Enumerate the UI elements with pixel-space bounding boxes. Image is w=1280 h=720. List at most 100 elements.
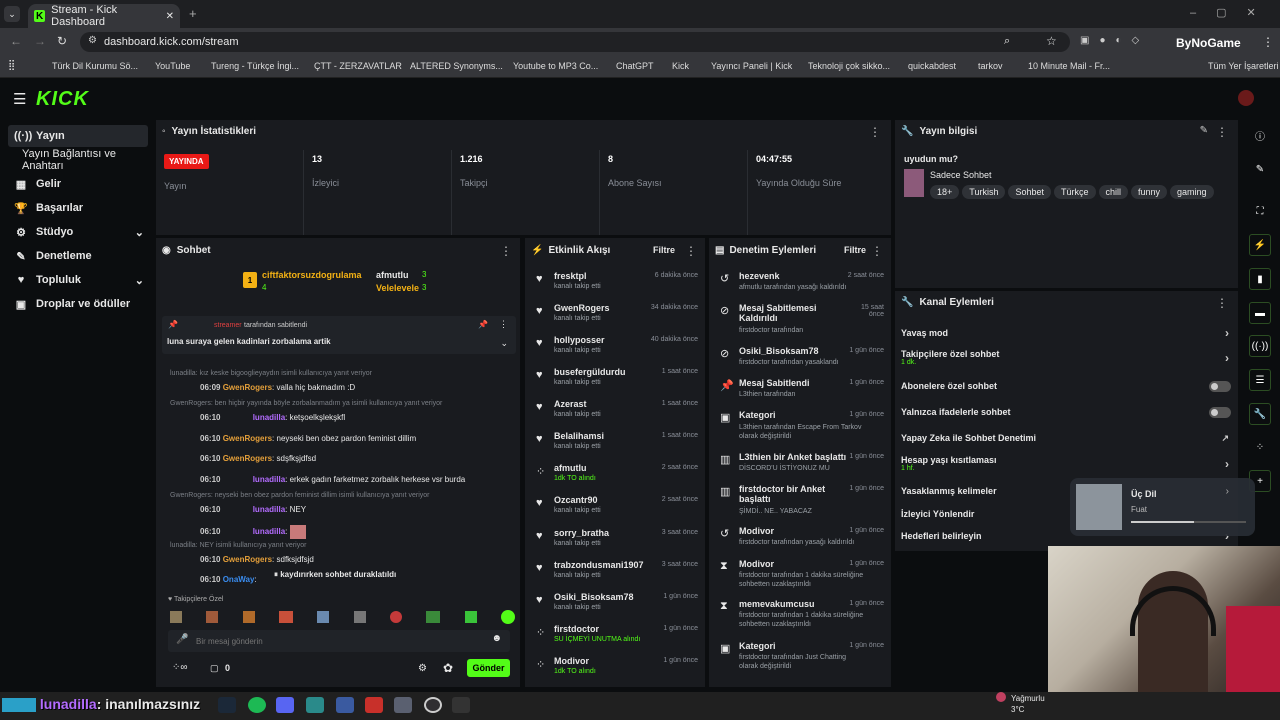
username[interactable]: lunadilla: [253, 475, 285, 484]
tag[interactable]: Turkish: [962, 185, 1006, 199]
username[interactable]: lunadilla: [253, 413, 285, 422]
tag[interactable]: Sohbet: [1008, 185, 1051, 199]
username[interactable]: GwenRogers: [223, 555, 272, 564]
hamburger-menu-icon[interactable]: ☰: [13, 90, 26, 108]
filter-button[interactable]: Filtre: [653, 245, 675, 255]
emote-only-toggle[interactable]: [1209, 407, 1231, 418]
bookmark-item[interactable]: ChatGPT: [616, 61, 654, 71]
chat-tools-icon[interactable]: ⁘∞: [172, 662, 188, 673]
username[interactable]: GwenRogers: [223, 383, 272, 392]
sidebar-item-yayin[interactable]: ((·)) Yayın: [8, 125, 148, 147]
bookmark-item[interactable]: quickabdest: [908, 61, 956, 71]
username[interactable]: GwenRogers: [223, 434, 272, 443]
emoji-icon[interactable]: ☻: [491, 633, 502, 644]
more-options-icon[interactable]: ⋮: [1216, 125, 1228, 139]
bookmark-item[interactable]: ÇTT - ZERZAVATLAR: [314, 61, 402, 71]
emote-icon[interactable]: [464, 611, 477, 623]
username[interactable]: lunadilla: [253, 505, 285, 514]
category-name[interactable]: Sadece Sohbet: [930, 170, 992, 180]
terminal-icon[interactable]: [452, 697, 470, 713]
more-options-icon[interactable]: ⋮: [500, 244, 512, 258]
all-bookmarks[interactable]: Tüm Yer İşaretleri: [1208, 61, 1279, 71]
quick-action-icon[interactable]: ⚡: [1249, 234, 1271, 256]
chat-input[interactable]: 🎤 ☻: [168, 630, 510, 652]
tag[interactable]: 18+: [930, 185, 960, 199]
tag[interactable]: funny: [1131, 185, 1168, 199]
edit-icon[interactable]: ✎: [1200, 125, 1208, 136]
bookmark-item[interactable]: Teknoloji çok sikko...: [808, 61, 890, 71]
avatar[interactable]: [1238, 90, 1254, 106]
gift-icon[interactable]: ✿: [443, 661, 453, 675]
emote-icon[interactable]: [426, 611, 441, 623]
send-button[interactable]: Gönder: [467, 659, 510, 677]
channel-action-emote-only[interactable]: Yalnızca ifadelerle sohbet: [901, 407, 1231, 418]
more-options-icon[interactable]: ⋮: [869, 125, 881, 139]
forward-icon[interactable]: →: [34, 34, 46, 48]
fullscreen-icon[interactable]: ⛶: [1249, 200, 1271, 222]
chat-paused-notice[interactable]: ⏸ kaydırırken sohbet duraklatıldı: [270, 568, 401, 582]
site-info-icon[interactable]: ⚙: [88, 35, 97, 46]
emote-icon[interactable]: [170, 611, 182, 623]
emote-icon[interactable]: [242, 611, 255, 623]
tab-close-icon[interactable]: ✕: [166, 11, 174, 22]
microphone-icon[interactable]: 🎤: [176, 634, 188, 645]
bookmark-star-icon[interactable]: ☆: [1046, 34, 1057, 48]
channel-action-slow-mode[interactable]: Yavaş mod ›: [901, 326, 1231, 340]
chevron-down-icon[interactable]: ⌄: [500, 338, 508, 349]
app-icon[interactable]: [306, 697, 324, 713]
more-options-icon[interactable]: ⋮: [685, 244, 697, 258]
bookmark-item[interactable]: Yayıncı Paneli | Kick: [711, 61, 792, 71]
back-icon[interactable]: ←: [10, 34, 22, 48]
emote-icon[interactable]: [353, 611, 366, 623]
app-icon[interactable]: [336, 697, 354, 713]
bookmark-item[interactable]: YouTube: [155, 61, 190, 71]
emote-icon[interactable]: [389, 611, 402, 623]
browser-tab[interactable]: K Stream - Kick Dashboard ✕: [28, 4, 180, 28]
bookmark-item[interactable]: 10 Minute Mail - Fr...: [1028, 61, 1110, 71]
sidebar-item-stream-key[interactable]: Yayın Bağlantısı ve Anahtarı: [16, 148, 156, 172]
emote-icon[interactable]: [317, 611, 330, 623]
sidebar-item-gelir[interactable]: ▦ Gelir: [8, 173, 148, 195]
more-options-icon[interactable]: ⋮: [871, 244, 883, 258]
kick-logo[interactable]: KICK: [36, 88, 89, 111]
url-input[interactable]: dashboard.kick.com/stream: [80, 32, 1070, 52]
broadcast-quick-icon[interactable]: ((·)): [1249, 335, 1271, 357]
tag[interactable]: chill: [1098, 185, 1129, 199]
bookmark-item[interactable]: Youtube to MP3 Co...: [513, 61, 598, 71]
reload-icon[interactable]: ↻: [57, 34, 67, 48]
chat-settings-icon[interactable]: ⚙: [418, 663, 427, 674]
channel-action-subs-only[interactable]: Abonelere özel sohbet: [901, 381, 1231, 392]
username[interactable]: OnaWay: [223, 575, 255, 584]
new-tab-icon[interactable]: +: [189, 6, 197, 21]
info-icon[interactable]: ⓘ: [1249, 124, 1271, 146]
username[interactable]: GwenRogers: [223, 454, 272, 463]
more-options-icon[interactable]: ⋮: [499, 319, 508, 330]
steam-icon[interactable]: [218, 697, 236, 713]
bookmark-item[interactable]: Tureng - Türkçe İngi...: [211, 61, 299, 71]
sidebar-item-denetleme[interactable]: ✎ Denetleme: [8, 245, 148, 267]
more-options-icon[interactable]: ⋮: [1216, 296, 1228, 310]
bookmark-item[interactable]: Kick: [672, 61, 689, 71]
extensions-area[interactable]: ▣●◐◇: [1080, 35, 1149, 46]
channel-action-account-age[interactable]: Hesap yaşı kısıtlaması 1 hf. ›: [901, 455, 1231, 472]
message-input[interactable]: [196, 633, 476, 649]
zoom-icon[interactable]: ⌕: [1004, 35, 1010, 48]
emote-icon[interactable]: [278, 611, 293, 623]
bookmark-item[interactable]: tarkov: [978, 61, 1003, 71]
obs-icon[interactable]: [424, 697, 442, 713]
wrench-quick-icon[interactable]: 🔧: [1249, 403, 1271, 425]
edit-icon[interactable]: ✎: [1249, 158, 1271, 180]
pdf-icon[interactable]: [365, 697, 383, 713]
filter-button[interactable]: Filtre: [844, 245, 866, 255]
emote-icon[interactable]: [500, 610, 515, 624]
chat-quick-icon[interactable]: ▬: [1249, 302, 1271, 324]
unpin-icon[interactable]: 📌: [478, 320, 488, 329]
profile-label[interactable]: ByNoGame: [1176, 36, 1241, 50]
channel-action-ai-moderation[interactable]: Yapay Zeka ile Sohbet Denetimi ↗: [901, 433, 1231, 443]
tag[interactable]: Türkçe: [1053, 185, 1096, 199]
tag[interactable]: gaming: [1170, 185, 1214, 199]
tab-list-icon[interactable]: ⌄: [4, 6, 20, 22]
sidebar-item-topluluk[interactable]: ♥ Topluluk ⌄: [8, 269, 148, 291]
settings-icon[interactable]: [394, 697, 412, 713]
quick-action-icon[interactable]: ☰: [1249, 369, 1271, 391]
